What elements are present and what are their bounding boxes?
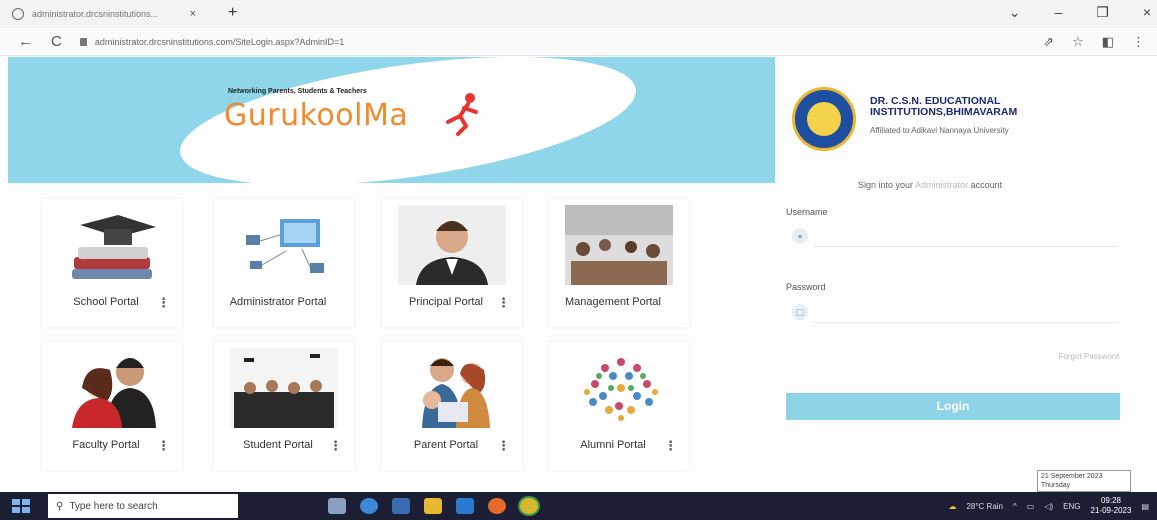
- taskbar-search-box[interactable]: ⚲ Type here to search: [48, 494, 238, 518]
- kebab-menu-icon[interactable]: ⋮: [157, 295, 170, 311]
- bookmark-star-icon[interactable]: ☆: [1072, 34, 1084, 50]
- notification-icon[interactable]: ▤: [1141, 502, 1149, 511]
- back-arrow-icon[interactable]: ←: [18, 33, 33, 50]
- kebab-menu-icon[interactable]: ⋮: [329, 438, 342, 454]
- portal-tile-faculty[interactable]: Faculty Portal ⋮: [42, 342, 182, 470]
- portal-tile-parent[interactable]: Parent Portal ⋮: [382, 342, 522, 470]
- menu-kebab-icon[interactable]: ⋮: [1132, 34, 1145, 50]
- running-figure-icon: [446, 93, 478, 136]
- share-icon[interactable]: ⇗: [1043, 34, 1054, 50]
- kebab-menu-icon[interactable]: ⋮: [664, 438, 677, 454]
- institution-name: DR. C.S.N. EDUCATIONAL INSTITUTIONS,BHIM…: [870, 95, 1018, 118]
- task-view-icon[interactable]: [328, 498, 346, 514]
- forgot-password-link[interactable]: Forgot Password: [1059, 352, 1119, 361]
- portal-label: Faculty Portal: [72, 439, 140, 451]
- taskbar-clock[interactable]: 09:28 21-09-2023: [1091, 496, 1132, 516]
- tab-search-icon[interactable]: ⌄: [1009, 4, 1021, 21]
- edge-icon[interactable]: [360, 498, 378, 514]
- portal-tile-administrator[interactable]: Administrator Portal: [214, 199, 354, 327]
- family-photo-icon: [422, 358, 490, 428]
- portal-tile-school[interactable]: School Portal ⋮: [42, 199, 182, 327]
- portal-tile-principal[interactable]: Principal Portal ⋮: [382, 199, 522, 327]
- tab-close-icon[interactable]: ×: [190, 8, 196, 20]
- search-icon: ⚲: [56, 500, 64, 512]
- firefox-icon[interactable]: [488, 498, 506, 514]
- system-tray: ☁ 28°C Rain ^ ▭ ◁) ENG 09:28 21-09-2023 …: [948, 496, 1149, 516]
- close-window-button[interactable]: ×: [1143, 4, 1151, 21]
- portal-tile-management[interactable]: Management Portal: [549, 199, 689, 327]
- window-controls: ⌄ – ❐ ×: [1009, 4, 1151, 21]
- portal-label: Alumni Portal: [580, 439, 646, 451]
- portal-tile-student[interactable]: Student Portal ⋮: [214, 342, 354, 470]
- lock-icon: ▢: [792, 304, 808, 320]
- date-tooltip: 21 September 2023 Thursday: [1037, 470, 1131, 492]
- lock-icon: [79, 37, 87, 46]
- windows-taskbar: ⚲ Type here to search ☁ 28°C Rain ^ ▭ ◁)…: [0, 492, 1157, 520]
- user-icon: ●: [792, 228, 808, 244]
- weather-text[interactable]: 28°C Rain: [966, 502, 1003, 511]
- alumni-network-icon: [584, 358, 658, 421]
- portal-label: School Portal: [73, 296, 139, 308]
- password-label: Password: [786, 282, 826, 292]
- weather-icon[interactable]: ☁: [948, 502, 956, 511]
- address-bar: ← C administrator.drcsninstitutions.com/…: [0, 28, 1157, 56]
- principal-photo-icon: [398, 205, 506, 285]
- faculty-people-icon: [72, 358, 156, 428]
- kebab-menu-icon[interactable]: ⋮: [497, 438, 510, 454]
- browser-tab[interactable]: administrator.drcsninstitutions... ×: [4, 2, 204, 26]
- store-icon[interactable]: [392, 498, 410, 514]
- kebab-menu-icon[interactable]: ⋮: [157, 438, 170, 454]
- browser-toolbar: ⇗ ☆ ◧ ⋮: [1043, 34, 1145, 50]
- url-field[interactable]: administrator.drcsninstitutions.com/Site…: [79, 36, 345, 47]
- institution-logo-icon: [792, 87, 856, 151]
- username-label: Username: [786, 207, 828, 217]
- windows-start-icon[interactable]: [12, 499, 30, 513]
- login-button[interactable]: Login: [786, 393, 1120, 420]
- tray-chevron-icon[interactable]: ^: [1013, 502, 1017, 511]
- network-computers-icon: [246, 219, 324, 273]
- books-graduation-cap-icon: [72, 215, 156, 279]
- tab-title: administrator.drcsninstitutions...: [32, 9, 159, 19]
- password-field[interactable]: ▢: [786, 300, 1118, 324]
- graduates-photo-icon: [230, 348, 338, 428]
- signin-heading: Sign into your Administrator account: [858, 180, 1003, 190]
- sidebar-icon[interactable]: ◧: [1102, 34, 1114, 50]
- reload-icon[interactable]: C: [51, 33, 62, 50]
- banner-tagline: Networking Parents, Students & Teachers: [228, 88, 367, 95]
- new-tab-button[interactable]: +: [228, 4, 237, 22]
- file-explorer-icon[interactable]: [424, 498, 442, 514]
- site-favicon-icon: [12, 8, 24, 20]
- meeting-photo-icon: [565, 205, 673, 285]
- language-indicator[interactable]: ENG: [1063, 502, 1080, 511]
- url-text: administrator.drcsninstitutions.com/Site…: [94, 36, 345, 47]
- portal-label: Management Portal: [565, 296, 661, 308]
- portal-label: Parent Portal: [413, 439, 479, 451]
- portal-label: Principal Portal: [409, 296, 483, 308]
- logo-emblem: [807, 102, 841, 136]
- brand-logo-text: GurukoolMa: [224, 98, 409, 133]
- portal-tile-alumni[interactable]: Alumni Portal ⋮: [549, 342, 689, 470]
- institution-affiliation: Affiliated to Adikavi Nannaya University: [870, 126, 1009, 135]
- portal-label: Student Portal: [243, 439, 313, 451]
- network-icon[interactable]: ▭: [1027, 502, 1035, 511]
- chrome-icon[interactable]: [520, 498, 538, 514]
- minimize-button[interactable]: –: [1054, 4, 1062, 21]
- username-input[interactable]: [814, 225, 1118, 247]
- kebab-menu-icon[interactable]: ⋮: [497, 295, 510, 311]
- volume-icon[interactable]: ◁): [1044, 502, 1053, 511]
- password-input[interactable]: [814, 301, 1118, 323]
- portal-label: Administrator Portal: [229, 296, 327, 308]
- taskbar-apps: [328, 498, 538, 514]
- username-field[interactable]: ●: [786, 224, 1118, 248]
- mail-icon[interactable]: [456, 498, 474, 514]
- search-placeholder: Type here to search: [69, 500, 158, 512]
- maximize-button[interactable]: ❐: [1096, 4, 1109, 21]
- browser-tab-strip: administrator.drcsninstitutions... × + ⌄…: [0, 0, 1157, 28]
